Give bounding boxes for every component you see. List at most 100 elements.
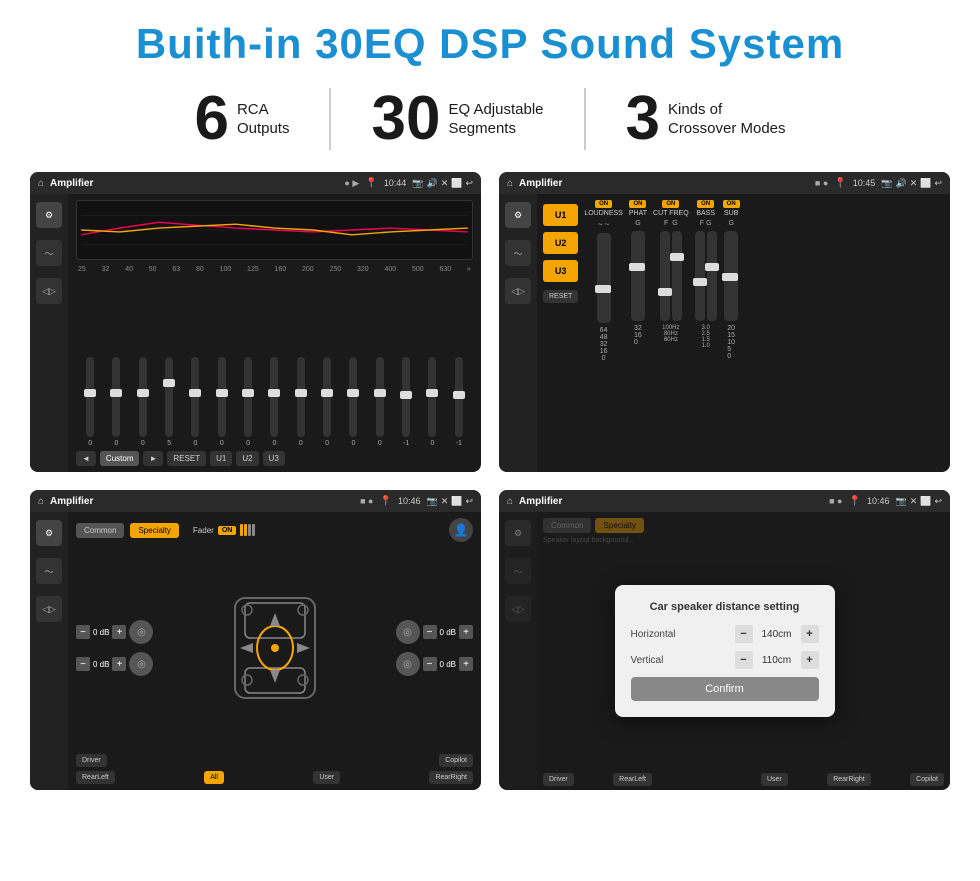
channel-sub: ON SUB G 20151050 (723, 200, 740, 466)
u2-button[interactable]: U2 (543, 232, 578, 254)
spk-plus-right-2[interactable]: + (459, 657, 473, 671)
fader-on-badge: ON (218, 526, 237, 535)
home-icon-3[interactable]: ⌂ (38, 496, 44, 507)
spk-left-levels: − 0 dB + ◎ − 0 dB + (76, 546, 153, 750)
window-icon-4: ⬜ (920, 496, 931, 507)
spk-level-left-2: − 0 dB + ◎ (76, 652, 153, 676)
eq-side-btn-2[interactable]: 〜 (36, 240, 62, 266)
side-panel-2: ⚙ 〜 ◁▷ (499, 194, 537, 472)
cutfreq-slider-f[interactable] (660, 231, 670, 321)
spk-user-button[interactable]: User (313, 771, 340, 784)
bass-slider-g[interactable] (707, 231, 717, 321)
phat-on-badge: ON (629, 200, 646, 208)
home-icon[interactable]: ⌂ (38, 178, 44, 189)
amp2-main: U1 U2 U3 RESET ON LOUDNESS ~~ (537, 194, 950, 472)
spk-copilot-button[interactable]: Copilot (439, 754, 473, 767)
stat-crossover-label: Kinds ofCrossover Modes (668, 100, 786, 139)
screen-speaker: ⌂ Amplifier ■ ● 📍 10:46 📷 ✕ ⬜ ↩ ⚙ 〜 ◁▷ (30, 490, 481, 790)
back-icon-3[interactable]: ↩ (465, 496, 473, 507)
screen1-content: ⚙ 〜 ◁▷ (30, 194, 481, 472)
spk-user-icon[interactable]: 👤 (449, 518, 473, 542)
amp-side-btn-3[interactable]: ◁▷ (505, 278, 531, 304)
camera-icon-4: 📷 (895, 496, 906, 507)
eq-prev-button[interactable]: ◄ (76, 451, 96, 466)
cutfreq-label: CUT FREQ (653, 210, 689, 218)
stat-crossover: 3 Kinds ofCrossover Modes (586, 88, 826, 150)
eq-u1-button[interactable]: U1 (210, 451, 232, 466)
eq-main: 253240 506380 100125160 200250320 400500… (68, 194, 481, 472)
spk-plus-left-1[interactable]: + (112, 625, 126, 639)
spk-side-btn-3[interactable]: ◁▷ (36, 596, 62, 622)
eq-slider-3: 5 (157, 357, 181, 447)
spk-side-btn-2[interactable]: 〜 (36, 558, 62, 584)
location-icon-3: 📍 (379, 496, 391, 507)
back-icon-4[interactable]: ↩ (934, 496, 942, 507)
spk-rearright-button[interactable]: RearRight (429, 771, 473, 784)
u3-button[interactable]: U3 (543, 260, 578, 282)
speaker-icon-right-1: ◎ (396, 620, 420, 644)
car-diagram-wrapper (159, 546, 389, 750)
eq-side-btn-1[interactable]: ⚙ (36, 202, 62, 228)
horizontal-plus-button[interactable]: + (801, 625, 819, 643)
stat-eq-number: 30 (371, 88, 440, 150)
eq-side-btn-3[interactable]: ◁▷ (36, 278, 62, 304)
home-icon-4[interactable]: ⌂ (507, 496, 513, 507)
eq-u3-button[interactable]: U3 (263, 451, 285, 466)
sub-slider[interactable] (724, 231, 738, 321)
phat-slider[interactable] (631, 231, 645, 321)
screens-grid: ⌂ Amplifier ● ▶ 📍 10:44 📷 🔊 ✕ ⬜ ↩ ⚙ 〜 (30, 172, 950, 790)
eq-slider-2: 0 (131, 357, 155, 447)
spk-minus-right-1[interactable]: − (423, 625, 437, 639)
back-icon[interactable]: ↩ (465, 178, 473, 189)
status-dots-2: ■ ● (815, 178, 828, 188)
horizontal-minus-button[interactable]: − (735, 625, 753, 643)
spk-all-button[interactable]: All (204, 771, 224, 784)
amp2-reset-button[interactable]: RESET (543, 290, 578, 303)
eq-reset-button[interactable]: RESET (167, 451, 206, 466)
status-dots-1: ● ▶ (344, 178, 359, 189)
spk-minus-right-2[interactable]: − (423, 657, 437, 671)
eq-controls: ◄ Custom ► RESET U1 U2 U3 (76, 451, 473, 466)
u1-button[interactable]: U1 (543, 204, 578, 226)
eq-next-button[interactable]: ► (143, 451, 163, 466)
spk-tab-specialty[interactable]: Specialty (130, 523, 178, 538)
horizontal-value: 140cm (757, 629, 797, 640)
loudness-slider[interactable] (597, 233, 611, 323)
bass-slider-f[interactable] (695, 231, 705, 321)
amp-side-btn-1[interactable]: ⚙ (505, 202, 531, 228)
cutfreq-slider-g[interactable] (672, 231, 682, 321)
amp-side-btn-2[interactable]: 〜 (505, 240, 531, 266)
eq-slider-9: 0 (315, 357, 339, 447)
spk-side-btn-1[interactable]: ⚙ (36, 520, 62, 546)
vertical-plus-button[interactable]: + (801, 651, 819, 669)
home-icon-2[interactable]: ⌂ (507, 178, 513, 189)
spk-minus-left-2[interactable]: − (76, 657, 90, 671)
eq-custom-button[interactable]: Custom (100, 451, 140, 466)
eq-slider-12: -1 (394, 357, 418, 447)
spk-plus-right-1[interactable]: + (459, 625, 473, 639)
status-bar-1: ⌂ Amplifier ● ▶ 📍 10:44 📷 🔊 ✕ ⬜ ↩ (30, 172, 481, 194)
channel-phat: ON PHAT G 32160 (629, 200, 647, 466)
spk-val-right-2: 0 dB (440, 660, 456, 669)
channel-bass: ON BASS FG (695, 200, 717, 466)
vertical-minus-button[interactable]: − (735, 651, 753, 669)
spk-minus-left-1[interactable]: − (76, 625, 90, 639)
side-panel-3: ⚙ 〜 ◁▷ (30, 512, 68, 790)
dialog-overlay: Car speaker distance setting Horizontal … (499, 512, 950, 790)
eq-u2-button[interactable]: U2 (236, 451, 258, 466)
location-icon-4: 📍 (848, 496, 860, 507)
fader-bars (240, 524, 255, 536)
page-title: Buith-in 30EQ DSP Sound System (30, 20, 950, 68)
spk-plus-left-2[interactable]: + (112, 657, 126, 671)
stat-crossover-number: 3 (626, 88, 660, 150)
confirm-button[interactable]: Confirm (631, 677, 819, 701)
volume-icon-4: ✕ (910, 496, 918, 507)
spk-tab-common[interactable]: Common (76, 523, 124, 538)
fader-label: Fader (193, 526, 214, 535)
status-bar-4: ⌂ Amplifier ■ ● 📍 10:46 📷 ✕ ⬜ ↩ (499, 490, 950, 512)
back-icon-2[interactable]: ↩ (934, 178, 942, 189)
stat-rca-number: 6 (194, 88, 228, 150)
status-time-1: 10:44 (384, 178, 407, 188)
spk-rearleft-button[interactable]: RearLeft (76, 771, 115, 784)
spk-driver-button[interactable]: Driver (76, 754, 107, 767)
